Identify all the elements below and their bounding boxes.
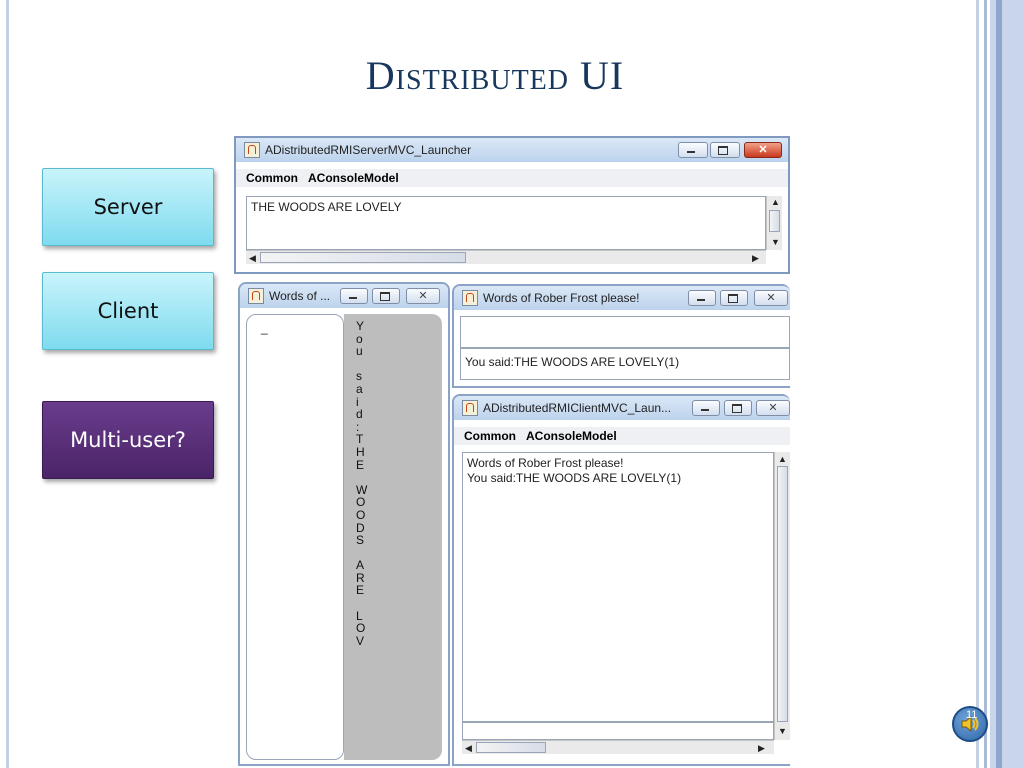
client-window-titlebar[interactable]: ADistributedRMIClientMVC_Laun... (454, 396, 790, 420)
slide-frame-left (6, 0, 9, 768)
java-cup-icon (248, 288, 264, 304)
minimize-button[interactable] (340, 288, 368, 304)
server-vertical-scrollbar[interactable]: ▲ ▼ (766, 196, 782, 250)
client-menubar: Common AConsoleModel (454, 427, 790, 445)
server-console-text[interactable]: THE WOODS ARE LOVELY (246, 196, 766, 250)
words-window: Words of Rober Frost please! You said:TH… (452, 284, 790, 388)
client-horizontal-scrollbar[interactable]: ◀ ▶ (462, 740, 774, 754)
java-cup-icon (462, 290, 478, 306)
client-window-title: ADistributedRMIClientMVC_Laun... (483, 401, 672, 415)
scroll-up-arrow-icon[interactable]: ▲ (778, 454, 787, 464)
client-vertical-scrollbar[interactable]: ▲ ▼ (774, 452, 790, 740)
words-narrow-output-text: Y o u s a i d : T H E W O O D S A R E L … (356, 319, 368, 648)
minimize-button[interactable] (692, 400, 720, 416)
words-narrow-input[interactable]: _ (246, 314, 344, 760)
slide-number: 11 (966, 709, 978, 721)
menu-common[interactable]: Common (464, 429, 516, 443)
scroll-up-arrow-icon[interactable]: ▲ (771, 197, 780, 207)
server-window-titlebar[interactable]: ADistributedRMIServerMVC_Launcher (236, 138, 788, 162)
scroll-right-arrow-icon[interactable]: ▶ (752, 253, 759, 263)
words-narrow-title: Words of ... (269, 289, 331, 303)
java-cup-icon (244, 142, 260, 158)
close-button[interactable] (744, 142, 782, 158)
client-box: Client (42, 272, 214, 350)
menu-aconsolemodel[interactable]: AConsoleModel (526, 429, 617, 443)
scroll-left-arrow-icon[interactable]: ◀ (249, 253, 256, 263)
scroll-down-arrow-icon[interactable]: ▼ (778, 726, 787, 736)
slide-frame-right (976, 0, 1024, 768)
client-window: ADistributedRMIClientMVC_Laun... Common … (452, 394, 790, 766)
scroll-right-arrow-icon[interactable]: ▶ (758, 743, 765, 753)
maximize-button[interactable] (720, 290, 748, 306)
server-window-title: ADistributedRMIServerMVC_Launcher (265, 143, 472, 157)
maximize-button[interactable] (724, 400, 752, 416)
words-input-field[interactable] (460, 316, 790, 348)
scroll-down-arrow-icon[interactable]: ▼ (771, 237, 780, 247)
server-menubar: Common AConsoleModel (236, 169, 788, 187)
words-window-titlebar[interactable]: Words of Rober Frost please! (454, 286, 790, 310)
multi-user-box: Multi-user? (42, 401, 214, 479)
slide-title: Distributed UI (365, 53, 625, 98)
server-window: ADistributedRMIServerMVC_Launcher Common… (234, 136, 790, 274)
client-input-field[interactable] (462, 722, 774, 740)
server-horizontal-scrollbar[interactable]: ◀ ▶ (246, 250, 766, 264)
minimize-button[interactable] (678, 142, 708, 158)
client-console-text[interactable]: Words of Rober Frost please! You said:TH… (462, 452, 774, 722)
scroll-left-arrow-icon[interactable]: ◀ (465, 743, 472, 753)
words-narrow-titlebar[interactable]: Words of ... (240, 284, 448, 308)
maximize-button[interactable] (710, 142, 740, 158)
menu-aconsolemodel[interactable]: AConsoleModel (308, 171, 399, 185)
close-button[interactable] (754, 290, 788, 306)
close-button[interactable] (406, 288, 440, 304)
server-box: Server (42, 168, 214, 246)
words-narrow-window: Words of ... _ Y o u s a i d : T H E W O… (238, 282, 450, 766)
maximize-button[interactable] (372, 288, 400, 304)
menu-common[interactable]: Common (246, 171, 298, 185)
java-cup-icon (462, 400, 478, 416)
words-window-title: Words of Rober Frost please! (483, 291, 640, 305)
words-output-text: You said:THE WOODS ARE LOVELY(1) (460, 348, 790, 380)
close-button[interactable] (756, 400, 790, 416)
minimize-button[interactable] (688, 290, 716, 306)
